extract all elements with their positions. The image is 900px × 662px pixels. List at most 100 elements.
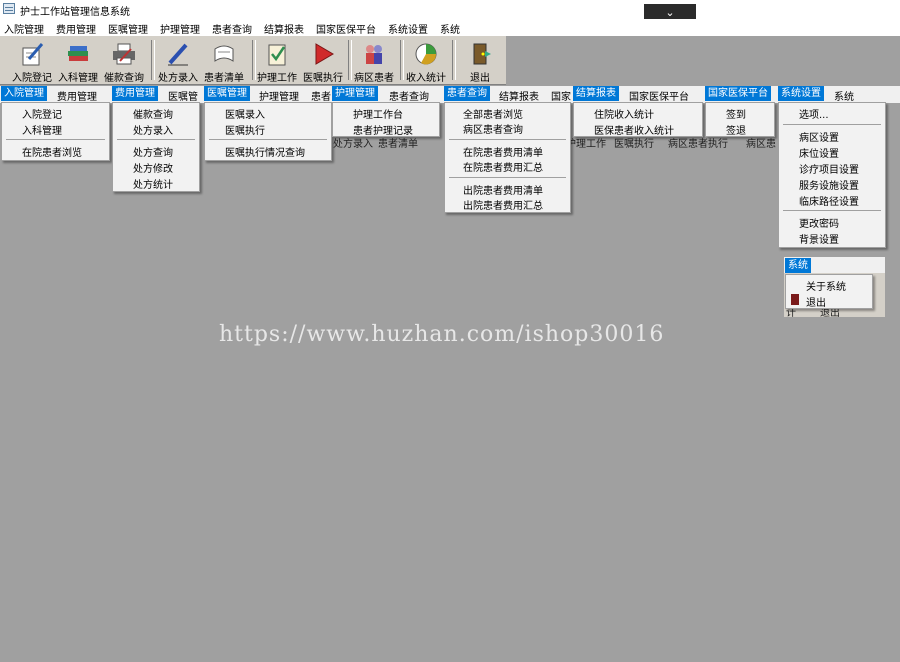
behind-text: 处方录入 — [333, 139, 373, 150]
tool-label: 退出 — [470, 73, 490, 84]
menu-settings[interactable]: 系统设置 — [388, 21, 428, 36]
header-fees[interactable]: 费用管理 — [112, 86, 158, 101]
menu-nursing[interactable]: 护理管理 — [259, 88, 299, 103]
dropdown-orders: 医嘱录入 医嘱执行 医嘱执行情况查询 — [204, 102, 332, 161]
menu-patient-query[interactable]: 患者查询 — [389, 88, 429, 103]
dropdown-insurance: 签到 签退 — [705, 102, 775, 137]
item-pathway-settings[interactable]: 临床路径设置 — [799, 193, 859, 208]
item-prescription-entry[interactable]: 处方录入 — [133, 122, 173, 137]
menu-patient-query[interactable]: 患者查询 — [212, 21, 252, 36]
menu-reports[interactable]: 结算报表 — [264, 21, 304, 36]
menu-system[interactable]: 系统 — [834, 88, 854, 103]
dropdown-settings: 选项... 病区设置 床位设置 诊疗项目设置 服务设施设置 临床路径设置 更改密… — [778, 102, 886, 248]
item-nursing-record[interactable]: 患者护理记录 — [353, 122, 413, 137]
tool-admission-register[interactable]: 入院登记 — [10, 39, 54, 84]
header-reports[interactable]: 结算报表 — [573, 86, 619, 101]
header-system[interactable]: 系统 — [785, 258, 811, 273]
clipboard-check-icon — [264, 41, 290, 67]
item-background-settings[interactable]: 背景设置 — [799, 231, 839, 246]
item-ward-settings[interactable]: 病区设置 — [799, 129, 839, 144]
item-facility-settings[interactable]: 服务设施设置 — [799, 177, 859, 192]
tool-label: 病区患者 — [354, 73, 394, 84]
dropdown-fees: 催款查询 处方录入 处方查询 处方修改 处方统计 — [112, 102, 200, 192]
menu-orders[interactable]: 医嘱管理 — [108, 21, 148, 36]
item-order-entry[interactable]: 医嘱录入 — [225, 106, 265, 121]
menu-system[interactable]: 系统 — [440, 21, 460, 36]
behind-text: 医嘱执行 — [614, 139, 654, 150]
tool-label: 处方录入 — [158, 73, 198, 84]
menu-fees[interactable]: 费用管理 — [57, 88, 97, 103]
tool-prescription-entry[interactable]: 处方录入 — [156, 39, 200, 84]
play-icon — [310, 41, 336, 67]
patients-icon — [361, 41, 387, 67]
scroll-icon — [211, 41, 237, 67]
item-exit[interactable]: 退出 — [806, 294, 826, 309]
header-admission[interactable]: 入院管理 — [1, 86, 47, 101]
title-bar: 护士工作站管理信息系统 ⌄ — [0, 0, 900, 23]
item-prescription-edit[interactable]: 处方修改 — [133, 160, 173, 175]
item-order-exec-query[interactable]: 医嘱执行情况查询 — [225, 144, 305, 159]
item-prescription-query[interactable]: 处方查询 — [133, 144, 173, 159]
menu-reports[interactable]: 结算报表 — [499, 88, 539, 103]
exit-door-icon — [467, 41, 493, 67]
books-icon — [65, 41, 91, 67]
menu-insurance[interactable]: 国家 — [551, 88, 571, 103]
item-ward-admit[interactable]: 入科管理 — [22, 122, 62, 137]
tool-label: 护理工作 — [257, 73, 297, 84]
header-settings[interactable]: 系统设置 — [778, 86, 824, 101]
tool-ward-admit[interactable]: 入科管理 — [56, 39, 100, 84]
item-change-password[interactable]: 更改密码 — [799, 215, 839, 230]
dropdown-reports: 住院收入统计 医保患者收入统计 — [573, 102, 703, 137]
tool-income-stats[interactable]: 收入统计 — [404, 39, 448, 84]
item-inpatient-browse[interactable]: 在院患者浏览 — [22, 144, 82, 159]
item-ward-patients[interactable]: 病区患者查询 — [463, 121, 523, 136]
item-treatment-settings[interactable]: 诊疗项目设置 — [799, 161, 859, 176]
tool-order-execute[interactable]: 医嘱执行 — [301, 39, 345, 84]
menu-admission[interactable]: 入院管理 — [4, 21, 44, 36]
tool-patient-list[interactable]: 患者清单 — [202, 39, 246, 84]
menu-patient-query[interactable]: 患者 — [311, 88, 331, 103]
menu-bar: 入院管理 费用管理 医嘱管理 护理管理 患者查询 结算报表 国家医保平台 系统设… — [0, 19, 900, 36]
tool-label: 医嘱执行 — [303, 73, 343, 84]
menu-insurance[interactable]: 国家医保平台 — [629, 88, 689, 103]
tool-nursing-work[interactable]: 护理工作 — [255, 39, 299, 84]
tool-ward-patients[interactable]: 病区患者 — [352, 39, 396, 84]
item-dunning-query[interactable]: 催款查询 — [133, 106, 173, 121]
item-order-execute[interactable]: 医嘱执行 — [225, 122, 265, 137]
toolbar: 入院登记 入科管理 催款查询 处方录入 患者清单 护理工作 医嘱执行 病区患者 … — [0, 36, 506, 85]
item-sign-out[interactable]: 签退 — [726, 122, 746, 137]
menu-nursing[interactable]: 护理管理 — [160, 21, 200, 36]
app-icon — [3, 3, 15, 14]
item-sign-in[interactable]: 签到 — [726, 106, 746, 121]
behind-text: 护理工作 — [566, 139, 606, 150]
menu-fees[interactable]: 费用管理 — [56, 21, 96, 36]
behind-text: 病区患者执行 — [668, 139, 728, 150]
item-bed-settings[interactable]: 床位设置 — [799, 145, 839, 160]
dropdown-admission: 入院登记 入科管理 在院患者浏览 — [1, 102, 110, 161]
item-about[interactable]: 关于系统 — [806, 278, 846, 293]
menu-orders[interactable]: 医嘱管 — [168, 88, 198, 103]
item-discharged-fee-list[interactable]: 出院患者费用清单 — [463, 182, 543, 197]
item-prescription-stats[interactable]: 处方统计 — [133, 176, 173, 191]
tool-label: 催款查询 — [104, 73, 144, 84]
item-inpatient-fee-summary[interactable]: 在院患者费用汇总 — [463, 159, 543, 174]
item-inpatient-income[interactable]: 住院收入统计 — [594, 106, 654, 121]
window-title: 护士工作站管理信息系统 — [20, 7, 130, 18]
item-inpatient-fee-list[interactable]: 在院患者费用清单 — [463, 144, 543, 159]
header-insurance[interactable]: 国家医保平台 — [705, 86, 771, 101]
tool-label: 入科管理 — [58, 73, 98, 84]
tool-dunning-query[interactable]: 催款查询 — [102, 39, 146, 84]
header-nursing[interactable]: 护理管理 — [332, 86, 378, 101]
item-options[interactable]: 选项... — [799, 106, 829, 121]
tool-label: 收入统计 — [406, 73, 446, 84]
header-patient-query[interactable]: 患者查询 — [444, 86, 490, 101]
item-discharged-fee-summary[interactable]: 出院患者费用汇总 — [463, 197, 543, 212]
header-orders[interactable]: 医嘱管理 — [204, 86, 250, 101]
tool-exit[interactable]: 退出 — [458, 39, 502, 84]
behind-text: 患者清单 — [378, 139, 418, 150]
item-nursing-workbench[interactable]: 护理工作台 — [353, 106, 403, 121]
item-all-patients[interactable]: 全部患者浏览 — [463, 106, 523, 121]
item-insured-income[interactable]: 医保患者收入统计 — [594, 122, 674, 137]
item-admission-register[interactable]: 入院登记 — [22, 106, 62, 121]
menu-insurance[interactable]: 国家医保平台 — [316, 21, 376, 36]
